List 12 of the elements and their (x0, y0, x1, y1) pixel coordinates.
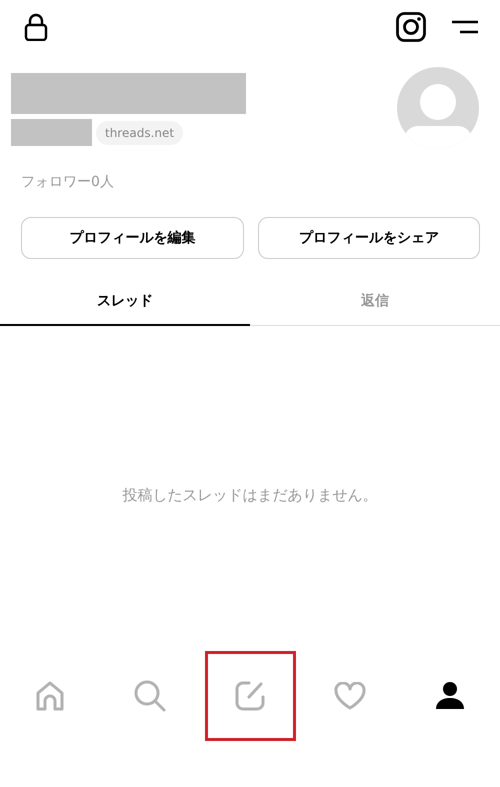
instagram-icon[interactable] (396, 12, 426, 42)
menu-icon[interactable] (452, 20, 478, 34)
lock-icon[interactable] (24, 13, 48, 41)
empty-message: 投稿したスレッドはまだありません。 (122, 486, 378, 505)
compose-icon (234, 680, 266, 712)
profile-icon (435, 681, 465, 711)
profile-button[interactable]: プロフィールを編集 (21, 217, 244, 259)
tab[interactable]: スレッド (0, 279, 250, 326)
profile-button[interactable]: プロフィールをシェア (258, 217, 480, 259)
highlighted-nav-button[interactable] (204, 651, 296, 741)
search-icon (133, 679, 167, 713)
heart-icon (334, 682, 366, 710)
